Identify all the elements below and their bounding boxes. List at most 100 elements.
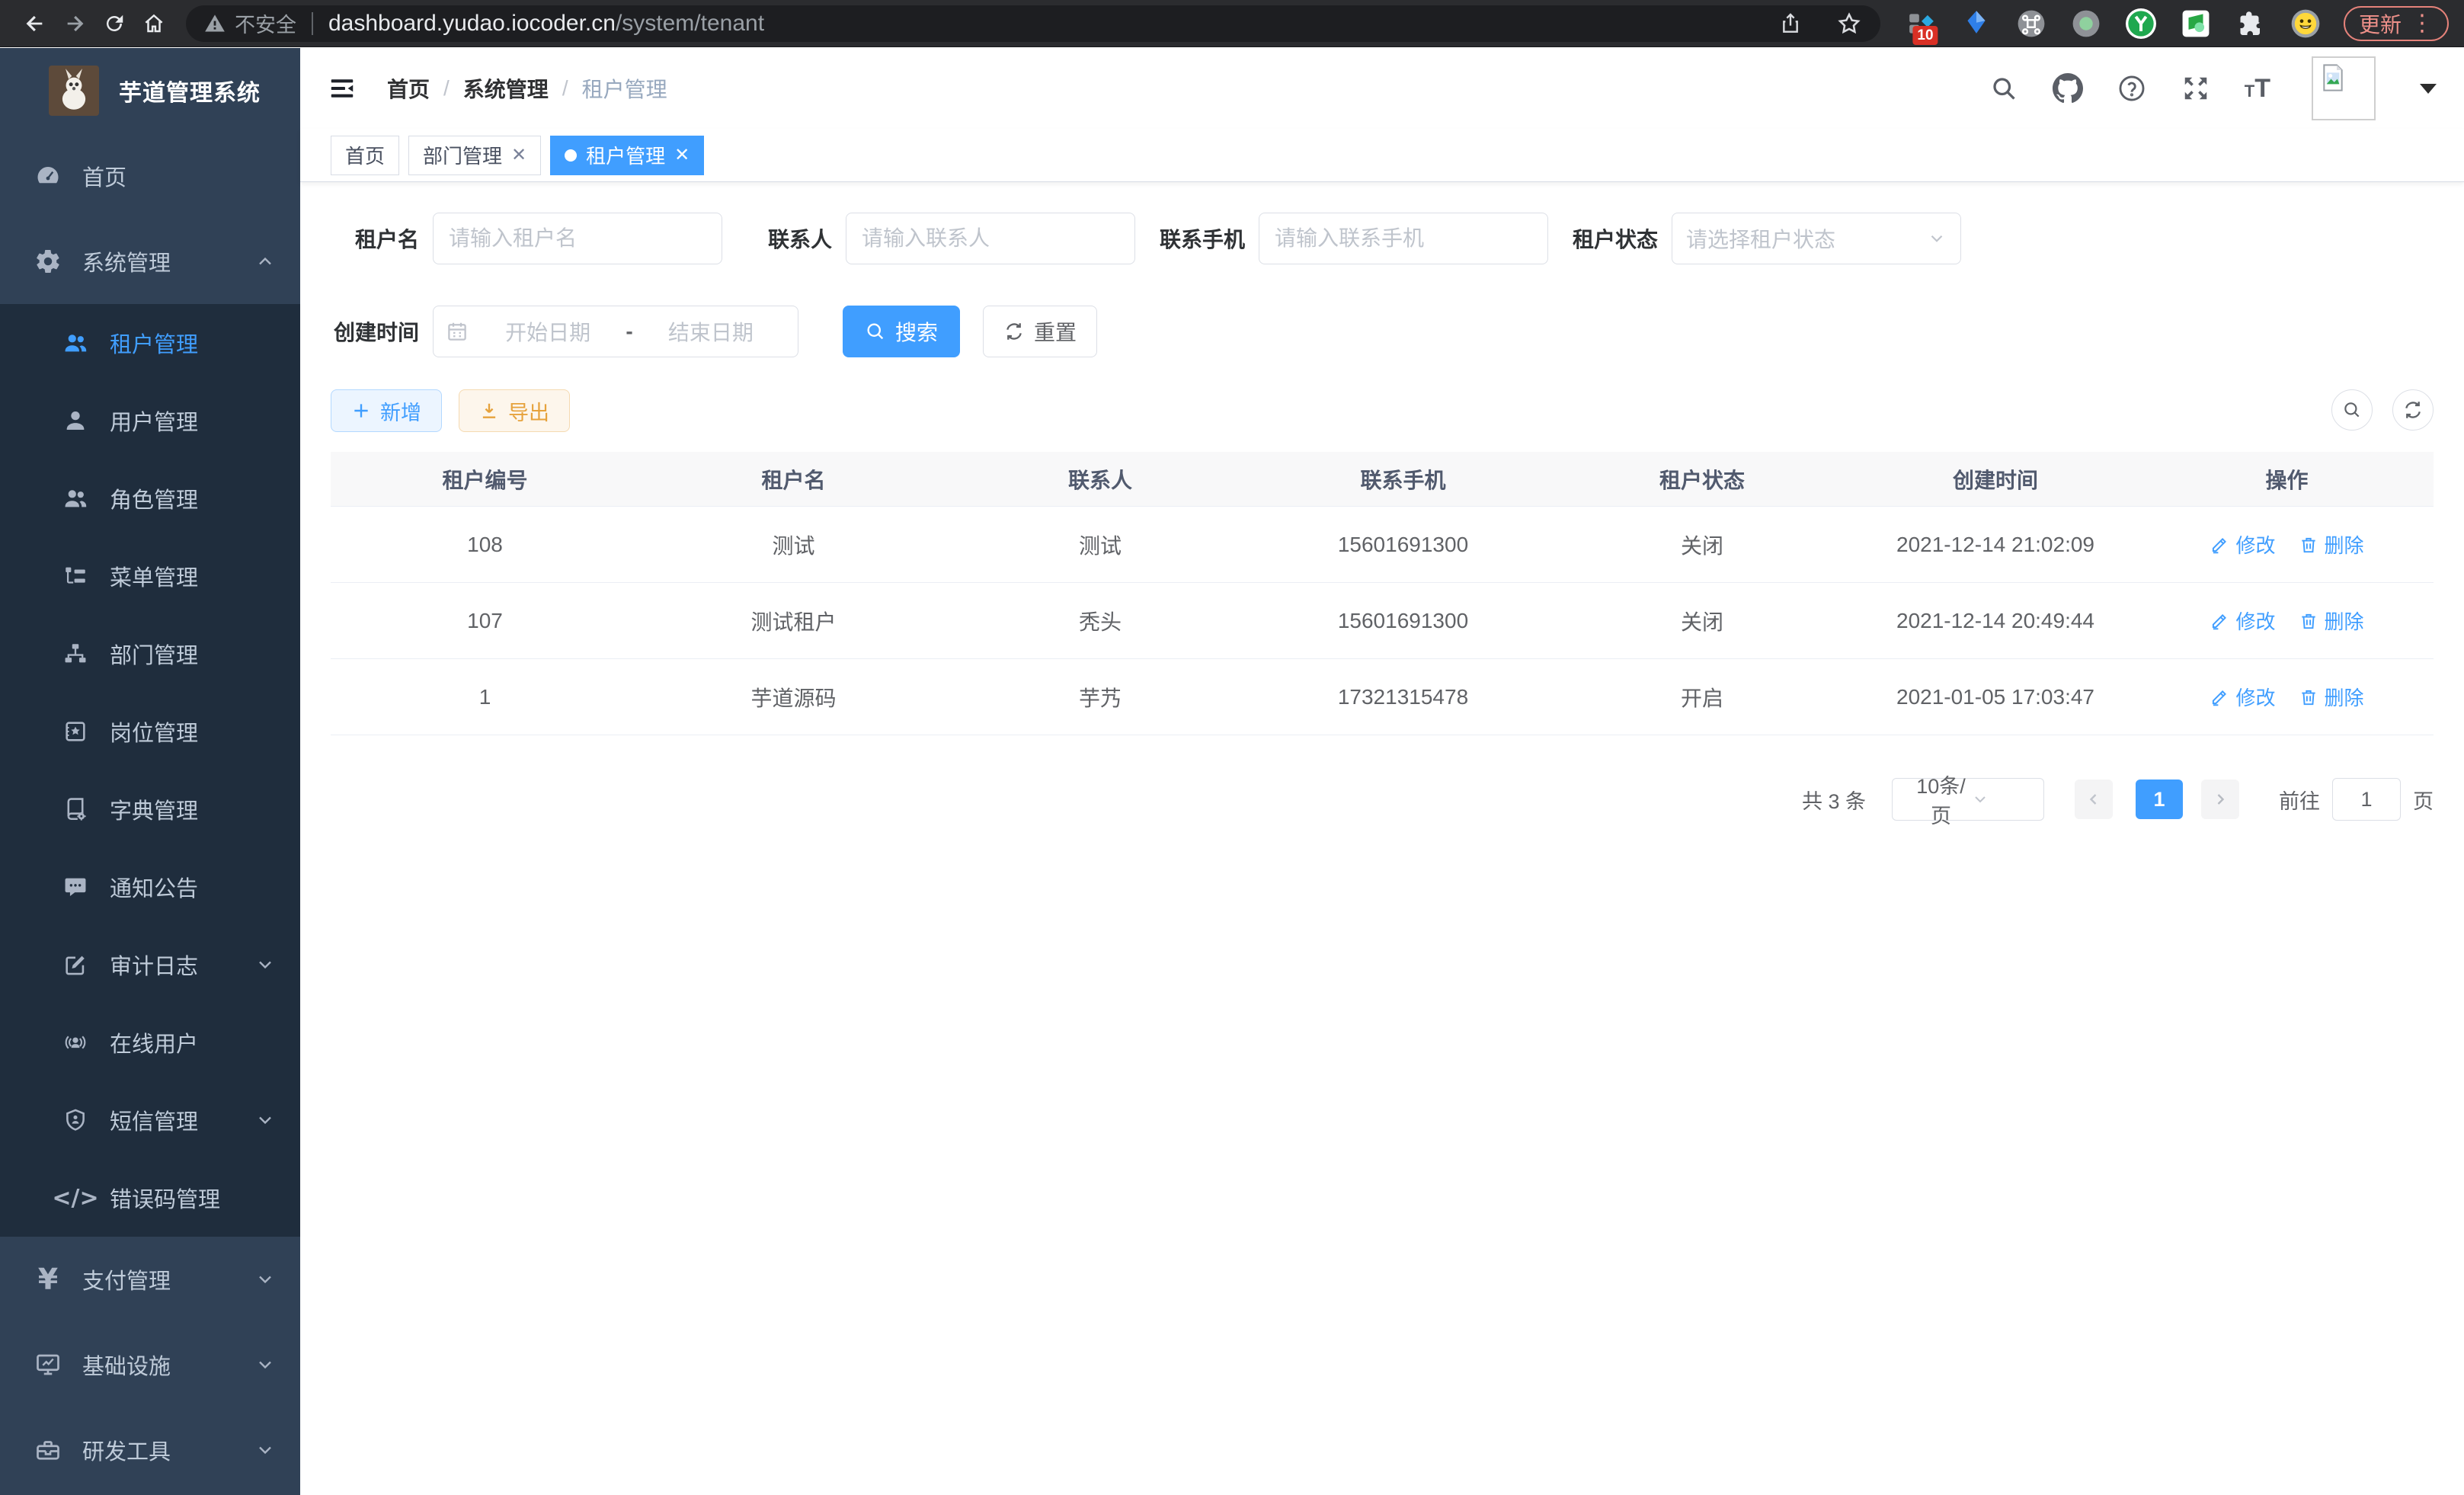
goto-page-input[interactable]	[2332, 778, 2401, 821]
delete-link[interactable]: 删除	[2299, 683, 2364, 711]
cell-status: 关闭	[1554, 530, 1851, 560]
sidebar-item-post[interactable]: 岗位管理	[0, 693, 300, 770]
browser-home-icon[interactable]	[134, 4, 174, 43]
sidebar-item-system[interactable]: 系统管理	[0, 219, 300, 304]
sidebar-item-sms[interactable]: 短信管理	[0, 1081, 300, 1159]
extension-recorder-icon[interactable]	[2071, 8, 2101, 39]
page-size-select[interactable]: 10条/页	[1892, 778, 2044, 821]
prev-page-button[interactable]	[2075, 780, 2113, 819]
next-page-button[interactable]	[2201, 780, 2239, 819]
table-row[interactable]: 107 测试租户 秃头 15601691300 关闭 2021-12-14 20…	[331, 583, 2434, 659]
add-button[interactable]: 新增	[331, 389, 442, 432]
extension-kite-icon[interactable]	[1961, 8, 1992, 39]
sidebar-item-infrastructure[interactable]: 基础设施	[0, 1322, 300, 1407]
page-number-button[interactable]: 1	[2136, 780, 2183, 819]
delete-label: 删除	[2325, 683, 2364, 711]
browser-toolbar: 不安全 dashboard.yudao.iocoder.cn/system/te…	[0, 0, 2464, 47]
browser-back-icon[interactable]	[15, 4, 55, 43]
sidebar-item-dev-tools[interactable]: 研发工具	[0, 1407, 300, 1493]
download-icon	[479, 401, 499, 421]
date-range-picker[interactable]: 开始日期 - 结束日期	[433, 306, 798, 357]
sidebar-item-label: 研发工具	[82, 1434, 171, 1466]
breadcrumb-home[interactable]: 首页	[387, 73, 430, 104]
security-status[interactable]: 不安全	[204, 8, 296, 38]
tag-tenant[interactable]: 租户管理 ✕	[550, 136, 704, 175]
extension-y-icon[interactable]	[2126, 8, 2156, 39]
navbar-actions: TT	[1989, 56, 2437, 120]
sidebar-item-payment[interactable]: ¥ 支付管理	[0, 1237, 300, 1322]
sidebar-item-dept[interactable]: 部门管理	[0, 615, 300, 693]
edit-link[interactable]: 修改	[2210, 683, 2275, 711]
export-button[interactable]: 导出	[459, 389, 570, 432]
browser-forward-icon[interactable]	[55, 4, 94, 43]
extension-command-icon[interactable]	[2016, 8, 2046, 39]
browser-reload-icon[interactable]	[94, 4, 134, 43]
breadcrumb-system[interactable]: 系统管理	[463, 73, 549, 104]
field-label: 租户名	[331, 223, 419, 254]
browser-menu-kebab-icon[interactable]: ⋮	[2411, 10, 2434, 37]
tenant-table: 租户编号 租户名 联系人 联系手机 租户状态 创建时间 操作 108 测试 测试…	[331, 452, 2434, 735]
extension-emoji-icon[interactable]	[2290, 8, 2321, 39]
monitor-icon	[34, 1350, 62, 1379]
search-icon[interactable]	[1989, 73, 2019, 104]
font-size-icon[interactable]: TT	[2245, 75, 2270, 101]
contact-input[interactable]	[846, 213, 1135, 264]
cell-contact: 测试	[948, 530, 1253, 560]
sidebar-toggle-icon[interactable]	[328, 74, 357, 103]
mobile-input[interactable]	[1259, 213, 1548, 264]
tag-home[interactable]: 首页	[331, 136, 399, 175]
help-icon[interactable]	[2117, 73, 2147, 104]
refresh-table-button[interactable]	[2392, 389, 2434, 431]
sidebar-item-role[interactable]: 角色管理	[0, 459, 300, 537]
browser-update-button[interactable]: 更新 ⋮	[2344, 6, 2449, 41]
sidebar-item-notice[interactable]: 通知公告	[0, 848, 300, 926]
github-icon[interactable]	[2053, 73, 2083, 104]
tag-dept[interactable]: 部门管理 ✕	[408, 136, 541, 175]
avatar[interactable]	[2312, 56, 2376, 120]
sidebar-item-tenant[interactable]: 租户管理	[0, 304, 300, 382]
page-size-label: 10条/页	[1911, 770, 1971, 829]
close-icon[interactable]: ✕	[511, 144, 526, 166]
sidebar-item-audit-log[interactable]: 审计日志	[0, 926, 300, 1004]
sidebar-item-dict[interactable]: 字典管理	[0, 770, 300, 848]
url-text[interactable]: dashboard.yudao.iocoder.cn/system/tenant	[328, 11, 764, 37]
logo-image	[49, 66, 99, 116]
update-label: 更新	[2359, 8, 2402, 39]
table-header: 租户编号 租户名 联系人 联系手机 租户状态 创建时间 操作	[331, 452, 2434, 507]
delete-link[interactable]: 删除	[2299, 607, 2364, 635]
cell-contact: 芋艿	[948, 682, 1253, 712]
reset-button[interactable]: 重置	[983, 306, 1097, 357]
bookmark-star-icon[interactable]	[1836, 11, 1862, 37]
show-search-button[interactable]	[2331, 389, 2373, 431]
tenant-name-input[interactable]	[433, 213, 722, 264]
edit-link[interactable]: 修改	[2210, 530, 2275, 559]
gear-icon	[34, 247, 62, 276]
sidebar-item-user[interactable]: 用户管理	[0, 382, 300, 459]
chevron-down-icon	[1971, 790, 2031, 808]
table-row[interactable]: 108 测试 测试 15601691300 关闭 2021-12-14 21:0…	[331, 507, 2434, 583]
caret-down-icon[interactable]	[2420, 84, 2437, 94]
sidebar-item-error-code[interactable]: </> 错误码管理	[0, 1159, 300, 1237]
sidebar-item-label: 基础设施	[82, 1349, 171, 1381]
sidebar-item-online-users[interactable]: 在线用户	[0, 1004, 300, 1081]
search-icon	[865, 321, 886, 342]
extension-chat-icon[interactable]	[2181, 8, 2211, 39]
extensions-puzzle-icon[interactable]	[2235, 8, 2266, 39]
sidebar-item-label: 菜单管理	[110, 560, 198, 592]
fullscreen-icon[interactable]	[2181, 73, 2211, 104]
sidebar-logo-row[interactable]: 芋道管理系统	[0, 48, 300, 133]
breadcrumb-separator: /	[443, 76, 450, 101]
active-dot	[565, 149, 577, 162]
extension-tampermonkey-icon[interactable]: 10	[1906, 8, 1937, 39]
table-row[interactable]: 1 芋道源码 芋艿 17321315478 开启 2021-01-05 17:0…	[331, 659, 2434, 735]
browser-address-bar[interactable]: 不安全 dashboard.yudao.iocoder.cn/system/te…	[186, 5, 1880, 42]
close-icon[interactable]: ✕	[674, 144, 690, 166]
cell-created: 2021-01-05 17:03:47	[1851, 685, 2140, 709]
sidebar-item-home[interactable]: 首页	[0, 133, 300, 219]
share-icon[interactable]	[1778, 11, 1803, 36]
status-select[interactable]: 请选择租户状态	[1672, 213, 1961, 264]
search-button[interactable]: 搜索	[843, 306, 960, 357]
edit-link[interactable]: 修改	[2210, 607, 2275, 635]
delete-link[interactable]: 删除	[2299, 530, 2364, 559]
sidebar-item-menu[interactable]: 菜单管理	[0, 537, 300, 615]
